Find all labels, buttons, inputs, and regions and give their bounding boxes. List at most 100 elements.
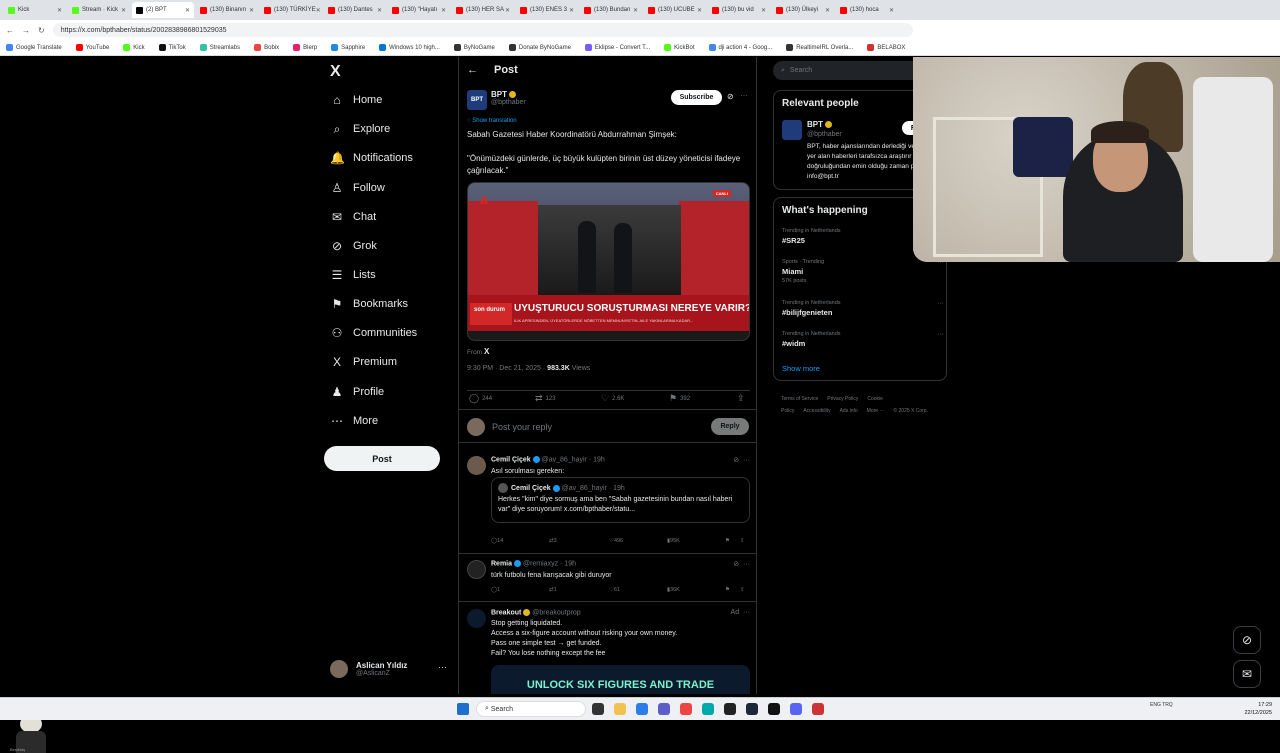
nav-item-grok[interactable]: ⊘ Grok	[330, 236, 377, 256]
x-app-icon[interactable]	[768, 703, 780, 715]
close-icon[interactable]: ✕	[889, 7, 894, 14]
grok-floating-icon[interactable]: ⊘	[1233, 626, 1261, 654]
trend-item[interactable]: Trending in Netherlands #widm ···	[782, 331, 944, 348]
bookmark-item[interactable]: Blerp	[293, 44, 317, 51]
forward-icon[interactable]: →	[22, 26, 30, 35]
bookmark-item[interactable]: Eklipse - Convert T...	[584, 44, 650, 51]
bookmark-icon[interactable]: ⚑	[725, 587, 730, 593]
avatar[interactable]	[467, 560, 486, 579]
reply-author-handle[interactable]: @remiaxyz	[523, 560, 558, 567]
like-action[interactable]: ♡ 2.6K	[601, 393, 624, 404]
nav-item-follow[interactable]: ♙ Follow	[330, 178, 385, 198]
trend-item[interactable]: Sports · Trending Miami 57K posts ···	[782, 259, 944, 284]
teams-icon[interactable]	[658, 703, 670, 715]
taskbar-search[interactable]: ⌕ Search	[476, 701, 586, 717]
reply-author-name[interactable]: Remia	[491, 560, 512, 567]
browser-tab[interactable]: (130) TÜRKİYE ✕	[260, 2, 322, 18]
ad-author-handle[interactable]: @breakoutprop	[532, 609, 580, 616]
edge-icon[interactable]	[702, 703, 714, 715]
author-handle[interactable]: @bpthaber	[491, 99, 526, 106]
close-icon[interactable]: ✕	[185, 7, 190, 14]
close-icon[interactable]: ✕	[633, 7, 638, 14]
bookmark-item[interactable]: Sapphire	[331, 44, 365, 51]
post-timestamp[interactable]: 9:30 PM · Dec 21, 2025 ·	[467, 365, 545, 372]
footer-link[interactable]: More ···	[867, 408, 885, 414]
nav-item-notifications[interactable]: 🔔 Notifications	[330, 148, 413, 168]
back-arrow-icon[interactable]: ←	[467, 64, 478, 76]
reply-input[interactable]: Post your reply	[492, 422, 552, 432]
browser-tab[interactable]: (130) "Hayatı ✕	[388, 2, 450, 18]
opera-icon[interactable]	[680, 703, 692, 715]
steam-icon[interactable]	[746, 703, 758, 715]
reply-tweet[interactable]: Remia @remiaxyz · 19h ⊘ ··· türk futbolu…	[459, 554, 756, 602]
reply-author-name[interactable]: Cemil Çiçek	[491, 456, 531, 463]
close-icon[interactable]: ✕	[377, 7, 382, 14]
browser-tab[interactable]: Kick ✕	[4, 2, 66, 18]
close-icon[interactable]: ✕	[825, 7, 830, 14]
bookmark-icon[interactable]: ⚑	[725, 538, 730, 544]
close-icon[interactable]: ✕	[505, 7, 510, 14]
trend-item[interactable]: Trending in Netherlands #bilijfgenieten ··…	[782, 300, 944, 317]
account-switcher[interactable]: Aslican Yıldız @AslicanZ ···	[330, 660, 447, 678]
bookmark-item[interactable]: Google Translate	[6, 44, 62, 51]
reply-action[interactable]: ◯ 244	[469, 393, 492, 404]
footer-link[interactable]: © 2025 X Corp.	[893, 408, 928, 414]
browser-tab[interactable]: (130) HER SA ✕	[452, 2, 514, 18]
browser-tab[interactable]: (130) bu vid ✕	[708, 2, 770, 18]
footer-link[interactable]: Ads info	[840, 408, 858, 414]
footer-link[interactable]: Privacy Policy	[827, 396, 858, 402]
repost-action[interactable]: ⇄ 1	[549, 587, 557, 593]
reload-icon[interactable]: ↻	[38, 26, 45, 35]
nav-item-home[interactable]: ⌂ Home	[330, 90, 382, 110]
bookmark-item[interactable]: RealtimeIRL Overla...	[786, 44, 853, 51]
bookmark-item[interactable]: Donate ByNoGame	[508, 44, 571, 51]
reply-tweet[interactable]: Cemil Çiçek @av_86_hayir · 19h ⊘ ··· Ası…	[459, 450, 756, 554]
quoted-tweet[interactable]: Cemil Çiçek @av_86_hayir · 19h Herkes "k…	[491, 477, 750, 523]
clock[interactable]: 17:29 22/12/2025	[1232, 701, 1272, 717]
from-value[interactable]: X	[484, 347, 489, 356]
footer-link[interactable]: Accessibility	[803, 408, 830, 414]
browser-tab[interactable]: (130) hoca ✕	[836, 2, 898, 18]
ad-author-name[interactable]: Breakout	[491, 609, 521, 616]
author-name[interactable]: BPT	[491, 90, 507, 99]
reply-action[interactable]: ◯ 1	[491, 587, 500, 593]
repost-action[interactable]: ⇄ 123	[535, 393, 556, 404]
relevant-person-handle[interactable]: @bpthaber	[807, 131, 842, 138]
ad-media[interactable]: UNLOCK SIX FIGURES AND TRADE	[491, 665, 750, 694]
bookmark-item[interactable]: YouTube	[75, 44, 109, 51]
nav-item-communities[interactable]: ⚇ Communities	[330, 323, 418, 343]
browser-tab[interactable]: (130) Ülkeyi ✕	[772, 2, 834, 18]
browser-tab[interactable]: (130) Bundan ✕	[580, 2, 642, 18]
post-author[interactable]: BPT BPT @bpthaber	[467, 90, 526, 110]
bookmark-item[interactable]: ByNoGame	[453, 44, 495, 51]
windows-start-icon[interactable]	[457, 703, 469, 715]
avatar[interactable]	[467, 456, 486, 475]
close-icon[interactable]: ✕	[761, 7, 766, 14]
views-action[interactable]: ▮ 36K	[667, 587, 680, 593]
repost-action[interactable]: ⇄ 3	[549, 538, 557, 544]
language-indicator[interactable]: ENG TRQ	[1150, 702, 1173, 708]
subscribe-button[interactable]: Subscribe	[671, 90, 722, 105]
nav-item-bookmarks[interactable]: ⚑ Bookmarks	[330, 294, 408, 314]
bookmark-item[interactable]: Streamlabs	[199, 44, 240, 51]
footer-link[interactable]: Terms of Service	[781, 396, 818, 402]
bookmark-item[interactable]: Kick	[123, 44, 145, 51]
post-video[interactable]: a CANLI son durum UYUŞTURUCU SORUŞTURMAS…	[467, 182, 750, 341]
browser-tab[interactable]: (130) Binanın ✕	[196, 2, 258, 18]
capcut-icon[interactable]	[724, 703, 736, 715]
nav-item-more[interactable]: ⋯ More	[330, 411, 378, 431]
back-icon[interactable]: ←	[6, 26, 14, 35]
obs-icon[interactable]	[812, 703, 824, 715]
author-avatar[interactable]: BPT	[467, 90, 487, 110]
grok-more-icons[interactable]: ⊘ ···	[733, 456, 750, 464]
bookmark-item[interactable]: Bobix	[254, 44, 279, 51]
close-icon[interactable]: ✕	[441, 7, 446, 14]
mail-icon[interactable]	[636, 703, 648, 715]
browser-tab[interactable]: (130) Dantes ✕	[324, 2, 386, 18]
bookmark-item[interactable]: dji action 4 - Goog...	[708, 44, 772, 51]
like-action[interactable]: ♡ 61	[609, 587, 620, 593]
close-icon[interactable]: ✕	[697, 7, 702, 14]
grok-icon[interactable]: ⊘	[727, 92, 734, 101]
nav-item-chat[interactable]: ✉ Chat	[330, 207, 376, 227]
messages-floating-icon[interactable]: ✉	[1233, 660, 1261, 688]
